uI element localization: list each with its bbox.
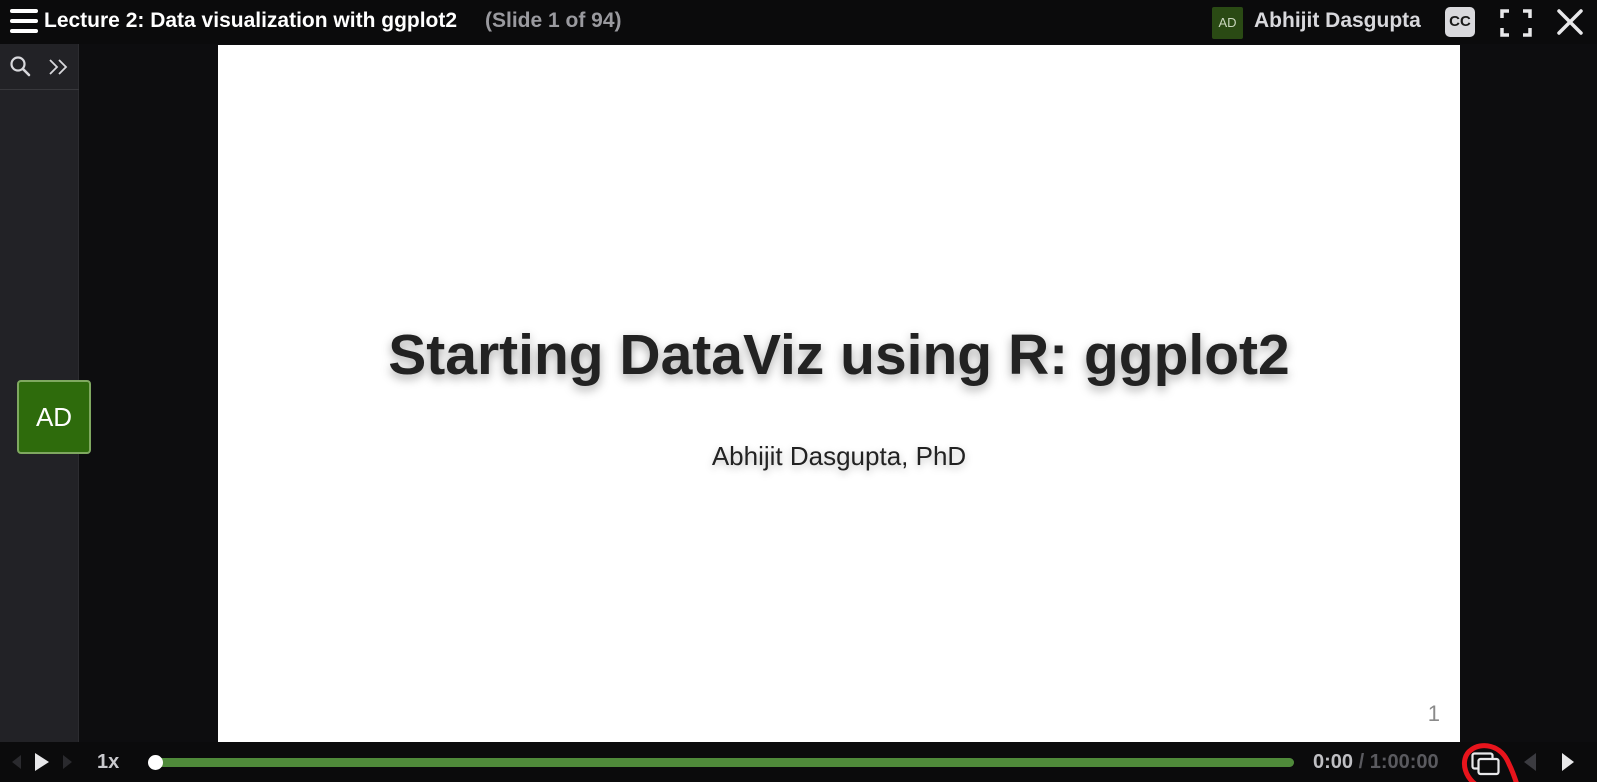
top-bar: Lecture 2: Data visualization with ggplo… (0, 0, 1597, 44)
progress-bar[interactable] (148, 755, 1294, 770)
slide-counter: (Slide 1 of 94) (485, 9, 622, 32)
close-icon[interactable] (1554, 6, 1586, 38)
slide-title: Starting DataViz using R: ggplot2 (388, 323, 1290, 387)
search-icon[interactable] (8, 54, 34, 80)
sidebar: AD (0, 44, 91, 742)
progress-fill (155, 758, 1294, 767)
fullscreen-icon[interactable] (1500, 9, 1532, 37)
menu-icon[interactable] (10, 8, 38, 34)
previous-icon[interactable] (1524, 753, 1536, 771)
play-icon[interactable] (33, 751, 55, 773)
sidebar-toolbar (0, 44, 79, 90)
next-icon[interactable] (1562, 753, 1574, 771)
sidebar-avatar[interactable]: AD (17, 380, 91, 454)
expand-icon[interactable] (46, 54, 72, 80)
duration: 1:00:00 (1369, 751, 1439, 773)
slide-canvas: Starting DataViz using R: ggplot2 Abhiji… (218, 45, 1460, 743)
player-controls: 1x 0:00 / 1:00:00 (0, 742, 1597, 782)
slide-number: 1 (1427, 701, 1440, 726)
time-separator: / (1358, 751, 1365, 773)
progress-handle[interactable] (148, 755, 163, 770)
rewind-icon (12, 755, 21, 769)
cc-icon[interactable]: CC (1445, 7, 1475, 37)
slide-author: Abhijit Dasgupta, PhD (711, 441, 967, 471)
lecture-title: Lecture 2: Data visualization with ggplo… (44, 9, 458, 32)
presenter-name: Abhijit Dasgupta (1254, 9, 1421, 32)
pip-icon[interactable] (1471, 752, 1501, 776)
forward-icon (63, 755, 72, 769)
current-time: 0:00 (1313, 751, 1354, 773)
playback-speed[interactable]: 1x (97, 751, 119, 774)
presenter-avatar: AD (1212, 7, 1243, 39)
time-display: 0:00 / 1:00:00 (1313, 751, 1439, 774)
